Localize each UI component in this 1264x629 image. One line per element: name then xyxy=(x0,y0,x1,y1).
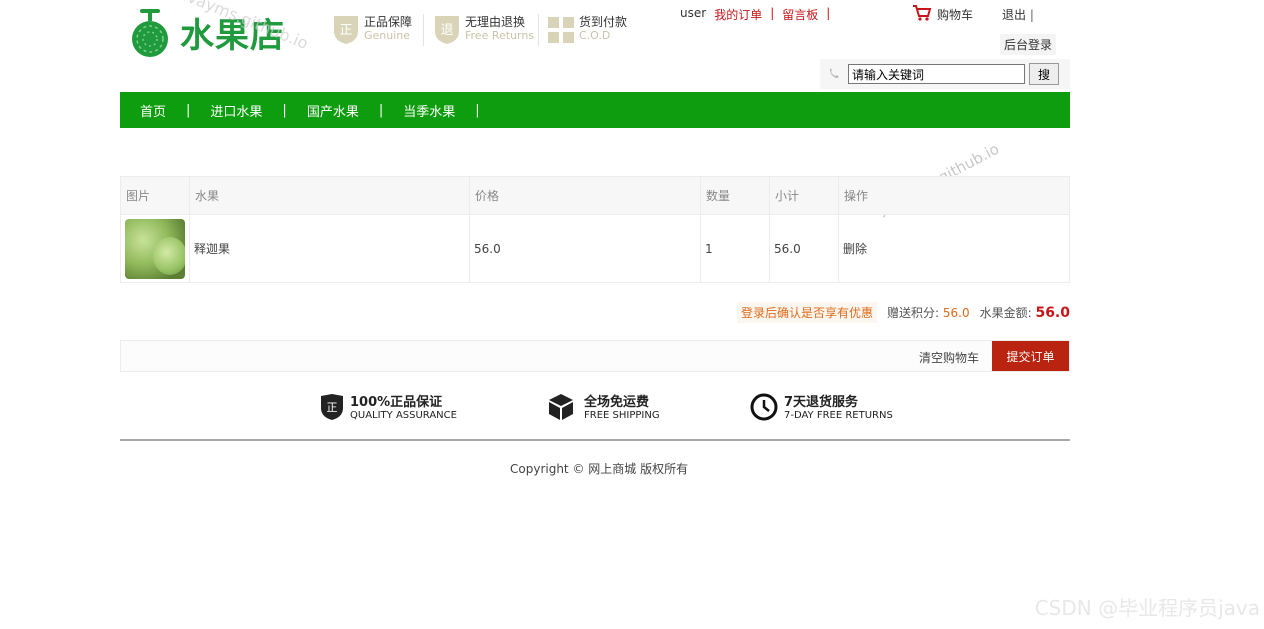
corner-watermark: CSDN @毕业程序员java xyxy=(1034,596,1260,620)
column-header: 价格 xyxy=(469,176,701,215)
copyright-text: Copyright © 网上商城 版权所有 xyxy=(510,462,689,476)
promise-cod: 货到付款 C.O.D xyxy=(547,13,627,45)
my-orders-link[interactable]: 我的订单 xyxy=(714,6,762,23)
clock-icon xyxy=(750,393,778,424)
points-info: 赠送积分: 56.0 xyxy=(887,304,970,321)
nav-item-seasonal[interactable]: 当季水果 xyxy=(383,101,475,120)
clear-cart-link[interactable]: 清空购物车 xyxy=(919,349,979,366)
guarantee-shipping: 全场免运费 FREE SHIPPING xyxy=(548,393,660,424)
username: user xyxy=(680,6,707,20)
promise-returns: 退 无理由退换 Free Returns xyxy=(433,13,534,45)
table-row: 释迦果 56.0 1 56.0 删除 xyxy=(120,214,1070,283)
points-label: 赠送积分: xyxy=(886,306,940,320)
column-header: 数量 xyxy=(700,176,770,215)
column-header: 小计 xyxy=(769,176,839,215)
link-separator: | xyxy=(826,6,831,20)
promise-subtitle: C.O.D xyxy=(579,29,611,42)
search-bar: 搜 xyxy=(820,59,1070,89)
promise-subtitle: Genuine xyxy=(364,29,411,42)
fruit-image[interactable] xyxy=(125,218,185,279)
main-nav: 首页 | 进口水果 | 国产水果 | 当季水果 | xyxy=(120,92,1070,128)
table-header-row: 图片 水果 价格 数量 小计 操作 xyxy=(120,176,1070,215)
svg-text:正: 正 xyxy=(327,401,338,414)
guarantee-title: 全场免运费 xyxy=(584,394,650,410)
guarantee-subtitle: 7-DAY FREE RETURNS xyxy=(784,409,893,421)
login-discount-hint[interactable]: 登录后确认是否享有优惠 xyxy=(736,302,877,323)
logout-label: 退出 xyxy=(1002,8,1027,22)
cod-badge-icon xyxy=(547,13,575,45)
divider xyxy=(538,14,539,46)
delete-link[interactable]: 删除 xyxy=(838,214,1070,283)
user-links: user 我的订单 | 留言板 | xyxy=(680,6,830,23)
guarantee-title: 100%正品保证 xyxy=(350,394,443,410)
amount-info: 水果金额: 56.0 xyxy=(980,304,1070,321)
promise-title: 无理由退换 xyxy=(465,15,526,29)
cart-label: 购物车 xyxy=(937,8,974,22)
fruit-logo-icon xyxy=(128,6,172,58)
divider xyxy=(423,14,424,46)
points-value: 56.0 xyxy=(942,306,970,320)
promise-genuine: 正 正品保障 Genuine xyxy=(332,13,412,45)
search-button[interactable]: 搜 xyxy=(1029,63,1059,85)
image-cell xyxy=(120,214,190,283)
guarantee-subtitle: QUALITY ASSURANCE xyxy=(350,409,457,421)
column-header: 操作 xyxy=(838,176,1070,215)
fruit-name[interactable]: 释迦果 xyxy=(189,214,470,283)
promise-title: 货到付款 xyxy=(579,15,628,29)
search-input[interactable] xyxy=(848,64,1025,84)
submit-order-button[interactable]: 提交订单 xyxy=(992,341,1069,371)
amount-label: 水果金额: xyxy=(979,306,1032,320)
genuine-badge-icon: 正 xyxy=(332,13,360,45)
cart-table: 图片 水果 价格 数量 小计 操作 释迦果 56.0 1 56.0 删除 xyxy=(120,176,1070,283)
cart-action-bar: 清空购物车 提交订单 xyxy=(120,340,1070,372)
footer-divider xyxy=(120,439,1070,441)
returns-badge-icon: 退 xyxy=(433,13,461,45)
column-header: 图片 xyxy=(120,176,190,215)
quantity-cell: 1 xyxy=(700,214,770,283)
subtotal-cell: 56.0 xyxy=(769,214,839,283)
nav-item-domestic[interactable]: 国产水果 xyxy=(287,101,379,120)
guarantee-subtitle: FREE SHIPPING xyxy=(584,409,660,421)
logout-link[interactable]: 退出 | xyxy=(1002,6,1034,23)
amount-value: 56.0 xyxy=(1035,305,1070,321)
link-separator: | xyxy=(770,6,775,20)
promise-subtitle: Free Returns xyxy=(465,29,535,42)
quality-shield-icon: 正 xyxy=(320,393,344,424)
guarantee-quality: 正 100%正品保证 QUALITY ASSURANCE xyxy=(320,393,457,424)
nav-separator: | xyxy=(475,102,480,118)
guarantee-returns: 7天退货服务 7-DAY FREE RETURNS xyxy=(750,393,893,424)
cart-icon xyxy=(912,4,932,25)
nav-item-home[interactable]: 首页 xyxy=(120,101,186,120)
message-board-link[interactable]: 留言板 xyxy=(782,6,818,23)
admin-login-link[interactable]: 后台登录 xyxy=(1000,34,1057,55)
guarantee-title: 7天退货服务 xyxy=(784,394,859,410)
svg-text:退: 退 xyxy=(440,23,453,38)
phone-icon xyxy=(828,67,840,82)
box-icon xyxy=(548,393,574,424)
svg-text:正: 正 xyxy=(339,23,352,38)
nav-item-imported[interactable]: 进口水果 xyxy=(190,101,282,120)
cart-link[interactable]: 购物车 xyxy=(912,4,973,25)
price-cell: 56.0 xyxy=(469,214,701,283)
column-header: 水果 xyxy=(189,176,470,215)
promise-title: 正品保障 xyxy=(364,15,413,29)
order-summary: 登录后确认是否享有优惠 赠送积分: 56.0 水果金额: 56.0 xyxy=(736,302,1070,323)
